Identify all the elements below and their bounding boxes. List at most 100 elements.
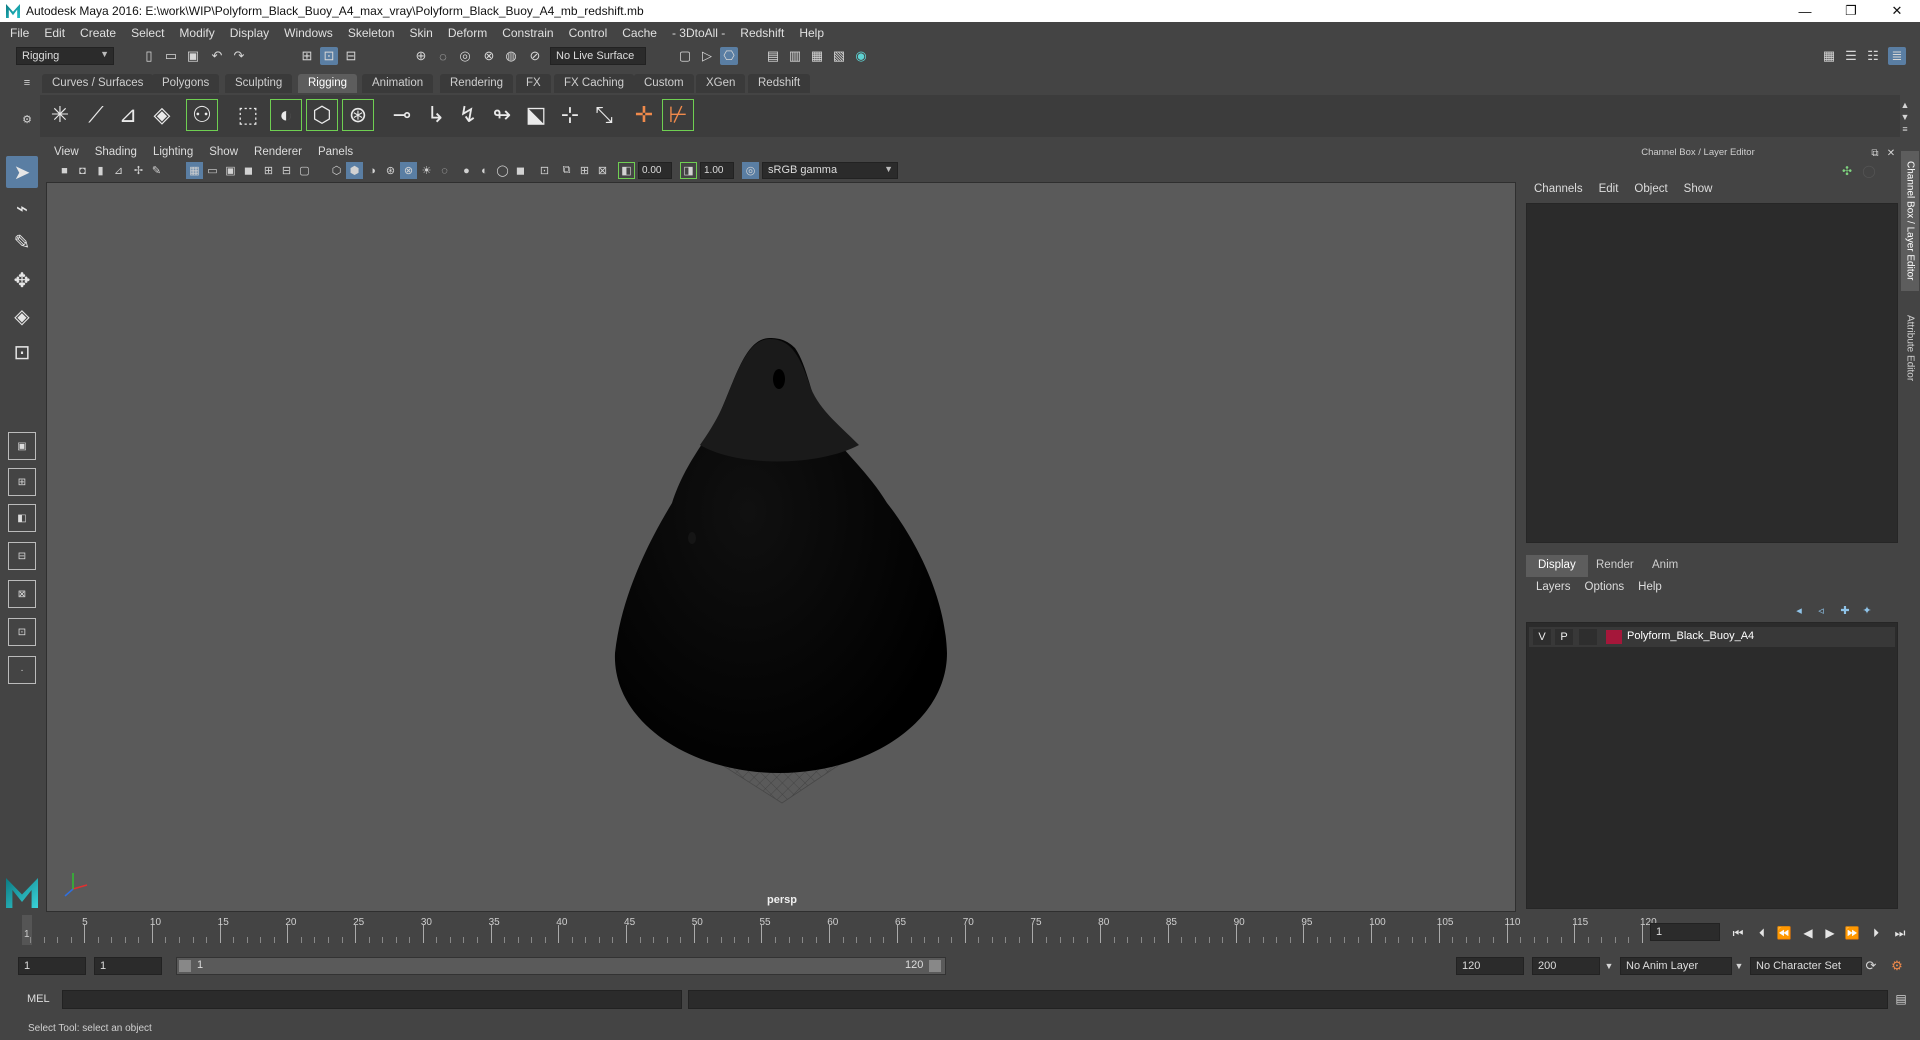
layer-color-swatch[interactable] bbox=[1606, 630, 1622, 644]
script-editor-icon[interactable]: ▤ bbox=[1892, 990, 1910, 1008]
menuset-dropdown[interactable]: Rigging ▼ bbox=[16, 47, 114, 65]
hud-toggle-icon[interactable]: ⊠ bbox=[594, 162, 611, 179]
manipulator-icon[interactable]: ✣ bbox=[1838, 162, 1856, 180]
resolution-gate-icon[interactable]: ▣ bbox=[222, 162, 239, 179]
create-joints-icon[interactable]: ✳ bbox=[44, 99, 76, 131]
tab-display[interactable]: Display bbox=[1526, 555, 1588, 577]
single-perspective-layout-icon[interactable]: ▣ bbox=[8, 432, 36, 460]
motion-blur-icon[interactable]: ◐ bbox=[476, 162, 493, 179]
persp-graph-layout-icon[interactable]: ⊟ bbox=[8, 542, 36, 570]
tab-animation[interactable]: Animation bbox=[362, 74, 434, 93]
image-plane-icon[interactable]: ⊿ bbox=[110, 162, 127, 179]
chevron-down-icon[interactable]: ▼ bbox=[1600, 957, 1618, 975]
exposure-field[interactable]: 0.00 bbox=[638, 162, 672, 179]
render-settings-icon[interactable]: ▧ bbox=[830, 47, 848, 65]
soft-mod-icon[interactable]: ⤡ bbox=[588, 99, 620, 131]
shelf-expand-icon[interactable]: ≡ bbox=[1896, 120, 1914, 138]
live-surface-field[interactable]: No Live Surface bbox=[550, 47, 646, 65]
panel-menu-lighting[interactable]: Lighting bbox=[153, 146, 193, 158]
range-start-handle[interactable] bbox=[179, 960, 191, 972]
ik-handle-icon[interactable]: ⬚ bbox=[232, 99, 264, 131]
panel-menu-shading[interactable]: Shading bbox=[95, 146, 137, 158]
minimize-button[interactable]: — bbox=[1782, 0, 1828, 22]
tab-polygons[interactable]: Polygons bbox=[152, 74, 220, 93]
panel-menu-show[interactable]: Show bbox=[209, 146, 238, 158]
hypershade-icon[interactable]: ◉ bbox=[852, 47, 870, 65]
cb-menu-edit[interactable]: Edit bbox=[1599, 183, 1619, 201]
toggle-channel-icon[interactable]: ◯ bbox=[1860, 162, 1878, 180]
isolate-select-icon[interactable]: ⊡ bbox=[536, 162, 553, 179]
shelf-options-icon[interactable]: ⚙ bbox=[18, 110, 36, 128]
lattice-icon[interactable]: ⬡ bbox=[306, 99, 338, 131]
menu-select[interactable]: Select bbox=[131, 26, 164, 40]
menu-help[interactable]: Help bbox=[799, 26, 824, 40]
tab-render[interactable]: Render bbox=[1584, 555, 1646, 577]
safe-title-icon[interactable]: ▢ bbox=[296, 162, 313, 179]
animation-start-field[interactable]: 1 bbox=[18, 957, 86, 975]
range-end-handle[interactable] bbox=[929, 960, 941, 972]
anim-layer-dropdown[interactable]: No Anim Layer bbox=[1620, 957, 1732, 975]
camera-select-icon[interactable]: ■ bbox=[56, 162, 73, 179]
le-menu-help[interactable]: Help bbox=[1638, 581, 1662, 599]
2d-pan-zoom-icon[interactable]: ✢ bbox=[130, 162, 147, 179]
locator-icon[interactable]: ⊸ bbox=[386, 99, 418, 131]
layer-playback-toggle[interactable]: P bbox=[1555, 629, 1573, 645]
menu-edit[interactable]: Edit bbox=[44, 26, 65, 40]
menu-cache[interactable]: Cache bbox=[622, 26, 657, 40]
shadows-icon[interactable]: ☀ bbox=[418, 162, 435, 179]
menu-deform[interactable]: Deform bbox=[448, 26, 487, 40]
menu-skin[interactable]: Skin bbox=[410, 26, 433, 40]
bookmark-icon[interactable]: ▮ bbox=[92, 162, 109, 179]
layer-row[interactable]: V P Polyform_Black_Buoy_A4 bbox=[1529, 627, 1895, 647]
le-menu-layers[interactable]: Layers bbox=[1536, 581, 1571, 599]
snap-curve-icon[interactable]: ◌ bbox=[434, 47, 452, 65]
save-scene-icon[interactable]: ▣ bbox=[184, 47, 202, 65]
play-backwards-icon[interactable]: ◀ bbox=[1798, 924, 1818, 942]
new-layer-icon[interactable]: ✚ bbox=[1836, 601, 1854, 619]
playback-end-field[interactable]: 120 bbox=[1456, 957, 1524, 975]
move-layer-down-icon[interactable]: ◃ bbox=[1812, 601, 1830, 619]
open-scene-icon[interactable]: ▭ bbox=[162, 47, 180, 65]
xray-joints-icon[interactable]: ⧉ bbox=[558, 162, 575, 179]
anti-aliasing-icon[interactable]: ◯ bbox=[494, 162, 511, 179]
play-forwards-icon[interactable]: ▶ bbox=[1820, 924, 1840, 942]
input-ops-icon[interactable]: ▢ bbox=[676, 47, 694, 65]
menu-constrain[interactable]: Constrain bbox=[502, 26, 553, 40]
gamma-field[interactable]: 1.00 bbox=[700, 162, 734, 179]
range-slider-track[interactable]: 1 120 bbox=[176, 957, 946, 975]
new-layer-selected-icon[interactable]: ✦ bbox=[1858, 601, 1876, 619]
outliner-toggle-icon[interactable]: ☰ bbox=[1842, 47, 1860, 65]
snap-surface-icon[interactable]: ◍ bbox=[502, 47, 520, 65]
select-component-icon[interactable]: ⊟ bbox=[342, 47, 360, 65]
magnet-icon[interactable]: ⊘ bbox=[526, 47, 544, 65]
menu-control[interactable]: Control bbox=[569, 26, 608, 40]
snap-view-icon[interactable]: ⊗ bbox=[480, 47, 498, 65]
outliner-graph-layout-icon[interactable]: ⊠ bbox=[8, 580, 36, 608]
persp-outliner-layout-icon[interactable]: ◧ bbox=[8, 504, 36, 532]
restore-button[interactable]: ❐ bbox=[1828, 0, 1874, 22]
output-ops-icon[interactable]: ▷ bbox=[698, 47, 716, 65]
channel-box-toggle-icon[interactable]: ≣ bbox=[1888, 47, 1906, 65]
tab-attribute-editor[interactable]: Attribute Editor bbox=[1901, 303, 1919, 393]
close-panel-icon[interactable]: ✕ bbox=[1882, 144, 1900, 162]
quick-rig-icon[interactable]: ⚇ bbox=[186, 99, 218, 131]
step-back-frame-icon[interactable]: ⏴ bbox=[1752, 924, 1772, 942]
snap-point-icon[interactable]: ◎ bbox=[456, 47, 474, 65]
xray-icon[interactable]: ◌ bbox=[436, 162, 453, 179]
channel-box-area[interactable] bbox=[1526, 203, 1898, 543]
step-back-key-icon[interactable]: ⏪ bbox=[1774, 924, 1794, 942]
layer-display-type-toggle[interactable] bbox=[1579, 629, 1597, 645]
step-forward-frame-icon[interactable]: ⏵ bbox=[1866, 924, 1886, 942]
tab-curves-surfaces[interactable]: Curves / Surfaces bbox=[42, 74, 154, 93]
new-scene-icon[interactable]: ▯ bbox=[140, 47, 158, 65]
insert-joint-icon[interactable]: ⟋ bbox=[80, 99, 112, 131]
menu-windows[interactable]: Windows bbox=[284, 26, 333, 40]
current-frame-field[interactable]: 1 bbox=[1650, 923, 1720, 941]
spline-ik-icon[interactable]: ↯ bbox=[452, 99, 484, 131]
tab-rendering[interactable]: Rendering bbox=[440, 74, 514, 93]
menu-display[interactable]: Display bbox=[230, 26, 269, 40]
tab-sculpting[interactable]: Sculpting bbox=[225, 74, 293, 93]
four-view-layout-icon[interactable]: ⊞ bbox=[8, 468, 36, 496]
tab-xgen[interactable]: XGen bbox=[696, 74, 746, 93]
safe-action-icon[interactable]: ⊟ bbox=[278, 162, 295, 179]
